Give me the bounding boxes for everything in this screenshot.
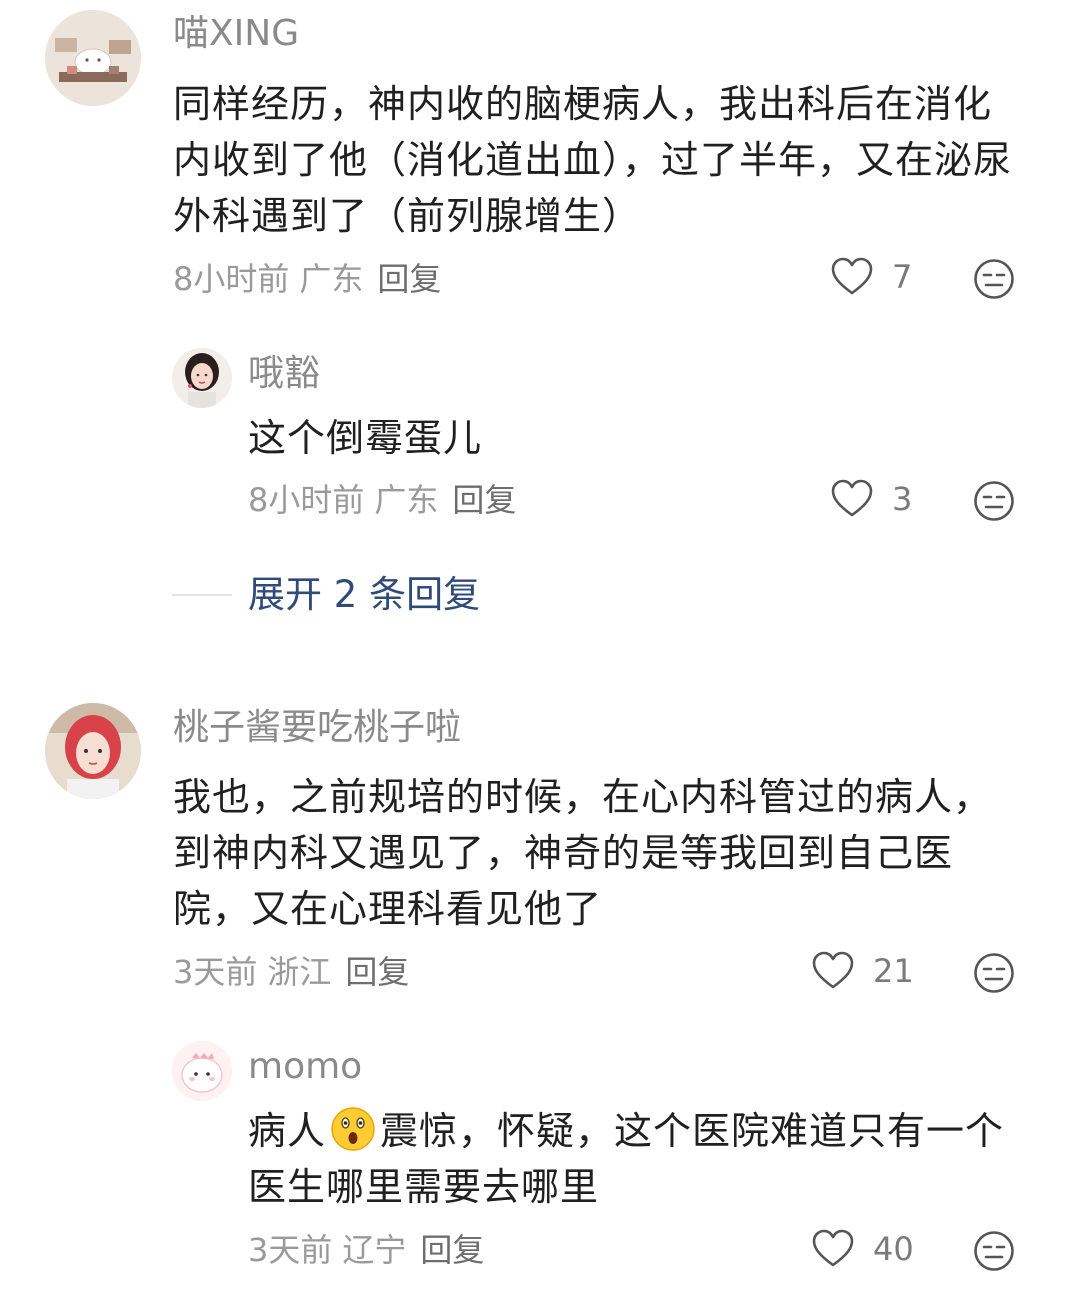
username[interactable]: 哦豁 (248, 352, 320, 396)
avatar-photo-icon (172, 348, 232, 408)
comment-text: 我也，之前规培的时候，在心内科管过的病人，到神内科又遇见了，神奇的是等我回到自己… (173, 775, 993, 931)
heart-outline-icon (812, 1229, 854, 1267)
comment-text: 同样经历，神内收的脑梗病人，我出科后在消化内收到了他（消化道出血），过了半年，又… (173, 82, 1013, 238)
like-count: 3 (892, 480, 913, 518)
location: 广东 (299, 260, 364, 298)
comment-text: 病人 震惊，怀疑，这个医院难道只有一个医生哪里需要去哪里 (248, 1103, 1028, 1215)
neutral-face-icon (974, 953, 1014, 993)
timestamp: 3天前 (173, 953, 258, 991)
comment-text-part: 病人 (248, 1109, 327, 1153)
react-button[interactable] (973, 952, 1015, 998)
heart-outline-icon (831, 479, 873, 517)
neutral-face-icon (974, 259, 1014, 299)
location: 广东 (374, 481, 439, 519)
like-button[interactable]: 21 (811, 951, 914, 991)
reply-button[interactable]: 回复 (420, 1231, 484, 1269)
location: 辽宁 (342, 1231, 407, 1269)
location: 浙江 (267, 953, 332, 991)
avatar[interactable] (172, 1041, 232, 1101)
avatar[interactable] (45, 703, 141, 799)
reply-button[interactable]: 回复 (345, 953, 409, 991)
heart-outline-icon (812, 951, 854, 989)
username[interactable]: momo (248, 1045, 362, 1089)
avatar-photo-icon (45, 703, 141, 799)
avatar[interactable] (172, 348, 232, 408)
astonished-face-emoji-icon (331, 1107, 375, 1151)
comment-meta: 3天前 辽宁 回复 (248, 1230, 484, 1270)
username[interactable]: 喵XING (173, 12, 299, 56)
username[interactable]: 桃子酱要吃桃子啦 (173, 706, 461, 750)
like-count: 7 (892, 258, 913, 296)
reply-button[interactable]: 回复 (377, 260, 441, 298)
heart-outline-icon (831, 257, 873, 295)
timestamp: 3天前 (248, 1231, 333, 1269)
timestamp: 8小时前 (173, 260, 290, 298)
avatar[interactable] (45, 10, 141, 106)
avatar-cartoon-dinosaur-icon (172, 1041, 232, 1101)
comment-meta: 3天前 浙江 回复 (173, 952, 409, 992)
react-button[interactable] (973, 1230, 1015, 1276)
timestamp: 8小时前 (248, 481, 365, 519)
like-button[interactable]: 3 (830, 479, 912, 519)
like-button[interactable]: 40 (811, 1229, 914, 1269)
reply-button[interactable]: 回复 (452, 481, 516, 519)
like-button[interactable]: 7 (830, 257, 912, 297)
comment-meta: 8小时前 广东 回复 (248, 480, 516, 520)
react-button[interactable] (973, 258, 1015, 304)
neutral-face-icon (974, 481, 1014, 521)
divider (172, 594, 232, 596)
react-button[interactable] (973, 480, 1015, 526)
comment-text: 这个倒霉蛋儿 (248, 416, 483, 460)
like-count: 40 (873, 1230, 914, 1268)
avatar-illustration-icon (45, 10, 141, 106)
neutral-face-icon (974, 1231, 1014, 1271)
comment-meta: 8小时前 广东 回复 (173, 259, 441, 299)
expand-replies-link[interactable]: 展开 2 条回复 (248, 573, 480, 617)
like-count: 21 (873, 952, 914, 990)
